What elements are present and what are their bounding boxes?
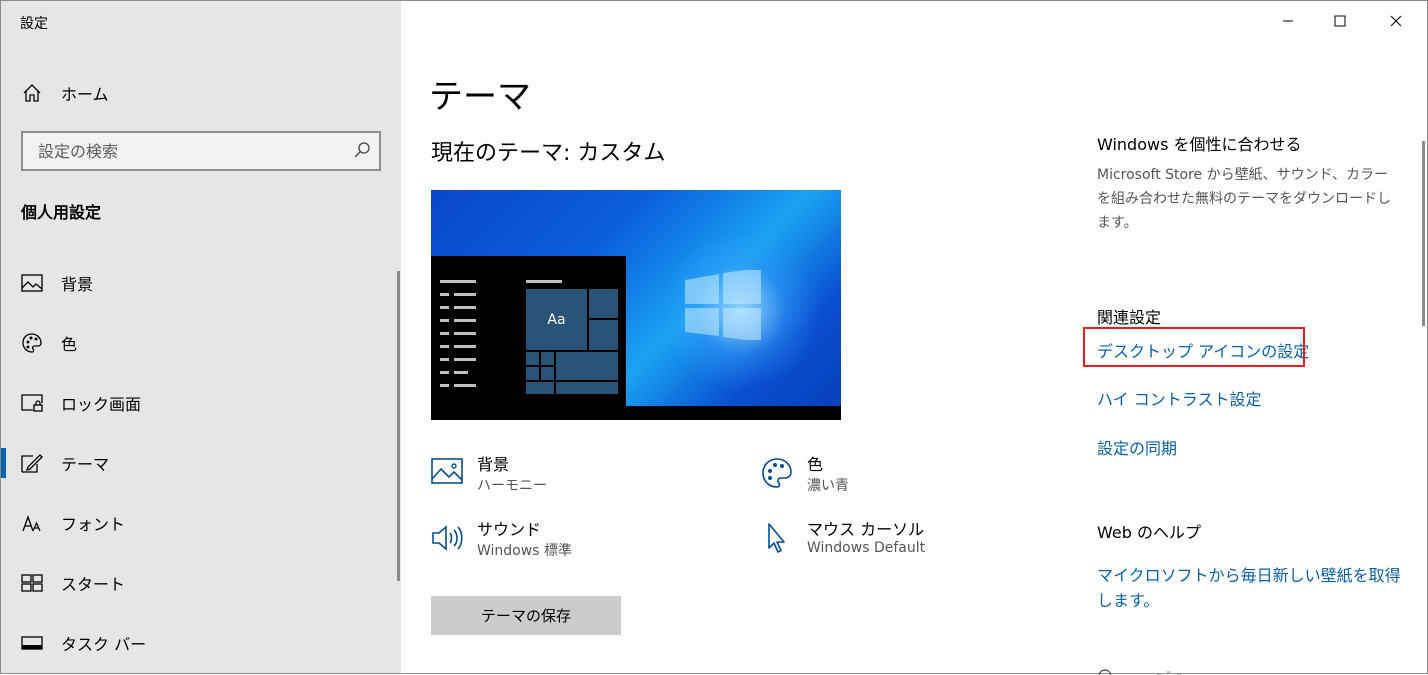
preview-dot [440, 358, 449, 361]
sidebar-item-color[interactable]: 色 [1, 321, 397, 365]
preview-dot [440, 319, 449, 322]
sidebar-item-label: 背景 [61, 275, 94, 294]
preview-line [440, 280, 476, 283]
sidebar-item-home[interactable]: ホーム [1, 71, 397, 115]
taskbar-icon [21, 632, 43, 654]
preview-dot [440, 332, 449, 335]
sidebar-item-taskbar[interactable]: タスク バー [1, 621, 397, 665]
personalize-description: Microsoft Store から壁紙、サウンド、カラーを組み合わせた無料のテ… [1097, 167, 1391, 231]
close-icon [1390, 15, 1402, 27]
setting-title: サウンド [477, 520, 542, 539]
preview-line [454, 345, 476, 348]
preview-tile [541, 352, 554, 365]
search-input[interactable] [23, 133, 343, 169]
minimize-icon [1283, 20, 1293, 22]
preview-line [526, 280, 562, 283]
setting-title: 色 [807, 455, 824, 474]
maximize-button[interactable] [1315, 1, 1365, 41]
palette-icon [21, 332, 43, 354]
sidebar-item-label: ロック画面 [61, 395, 142, 414]
preview-start-menu: Aa [431, 256, 626, 420]
app-title: 設定 [20, 16, 48, 32]
sidebar-item-lock-screen[interactable]: ロック画面 [1, 381, 397, 425]
daily-wallpaper-link[interactable]: マイクロソフトから毎日新しい壁紙を取得します。 [1097, 563, 1407, 613]
sidebar-item-label: 色 [61, 335, 78, 354]
theme-brush-icon [21, 452, 43, 474]
preview-tile [541, 367, 554, 380]
preview-tile [526, 382, 554, 394]
personalize-heading: Windows を個性に合わせる [1097, 135, 1302, 154]
sidebar-item-theme[interactable]: テーマ [1, 441, 397, 485]
speaker-icon [431, 522, 463, 554]
sidebar-item-label: タスク バー [61, 635, 147, 654]
close-button[interactable] [1371, 1, 1421, 41]
preview-dot [440, 306, 449, 309]
font-icon [21, 512, 43, 534]
search-icon[interactable] [353, 141, 373, 161]
home-icon [21, 82, 43, 104]
setting-value: Windows 標準 [477, 543, 572, 559]
sidebar-item-label: ホーム [61, 85, 109, 104]
preview-dot [440, 384, 449, 387]
lock-screen-icon [21, 392, 43, 414]
setting-value: Windows Default [807, 540, 926, 556]
minimize-button[interactable] [1263, 1, 1313, 41]
sidebar-item-background[interactable]: 背景 [1, 261, 397, 305]
preview-tile [589, 289, 618, 318]
preview-tile [556, 352, 618, 380]
preview-tile [526, 352, 539, 365]
image-icon [431, 457, 463, 489]
current-theme-label: 現在のテーマ: カスタム [431, 141, 666, 166]
preview-line [454, 306, 476, 309]
preview-taskbar [431, 406, 841, 420]
theme-preview: Aa [431, 190, 841, 420]
main-content: テーマ 現在のテーマ: カスタム Aa 背景 ハーモニー 色 濃い青 サウンド … [401, 0, 1428, 675]
search-box [21, 131, 381, 171]
web-help-heading: Web のヘルプ [1097, 523, 1201, 542]
sidebar: 設定 ホーム 個人用設定 背景 色 ロック画面 テーマ [0, 0, 401, 674]
preview-dot [440, 293, 449, 296]
sync-settings-link[interactable]: 設定の同期 [1097, 435, 1177, 459]
sidebar-item-start[interactable]: スタート [1, 561, 397, 605]
setting-title: マウス カーソル [807, 520, 925, 539]
preview-line [454, 358, 476, 361]
active-indicator [1, 448, 6, 478]
highlight-box [1083, 327, 1305, 367]
high-contrast-settings-link[interactable]: ハイ コントラスト設定 [1097, 386, 1261, 410]
preview-tile [589, 320, 618, 350]
preview-tile [526, 367, 539, 380]
sidebar-item-label: スタート [61, 575, 126, 594]
preview-line [454, 384, 476, 387]
main-scrollbar[interactable] [1422, 141, 1425, 326]
section-title: 個人用設定 [21, 203, 102, 222]
preview-line [454, 371, 468, 374]
preview-dot [440, 371, 449, 374]
related-settings-heading: 関連設定 [1097, 308, 1162, 327]
sidebar-item-label: フォント [61, 515, 126, 534]
palette-icon [761, 457, 793, 489]
preview-tile-large: Aa [526, 289, 587, 350]
cursor-icon [761, 522, 793, 554]
page-title: テーマ [429, 77, 531, 117]
image-icon [21, 272, 43, 294]
setting-value: 濃い青 [807, 478, 849, 494]
maximize-icon [1334, 15, 1346, 27]
start-grid-icon [21, 572, 43, 594]
cut-off-content [1097, 663, 1217, 675]
preview-tile [556, 382, 618, 394]
save-theme-button[interactable]: テーマの保存 [431, 596, 621, 635]
sidebar-item-label: テーマ [61, 455, 110, 474]
windows-logo-icon [685, 270, 761, 340]
sidebar-scrollbar[interactable] [397, 271, 400, 581]
setting-title: 背景 [477, 455, 510, 474]
preview-line [454, 319, 476, 322]
preview-line [454, 332, 476, 335]
preview-line [454, 293, 476, 296]
preview-dot [440, 345, 449, 348]
sidebar-item-font[interactable]: フォント [1, 501, 397, 545]
setting-value: ハーモニー [477, 478, 547, 494]
